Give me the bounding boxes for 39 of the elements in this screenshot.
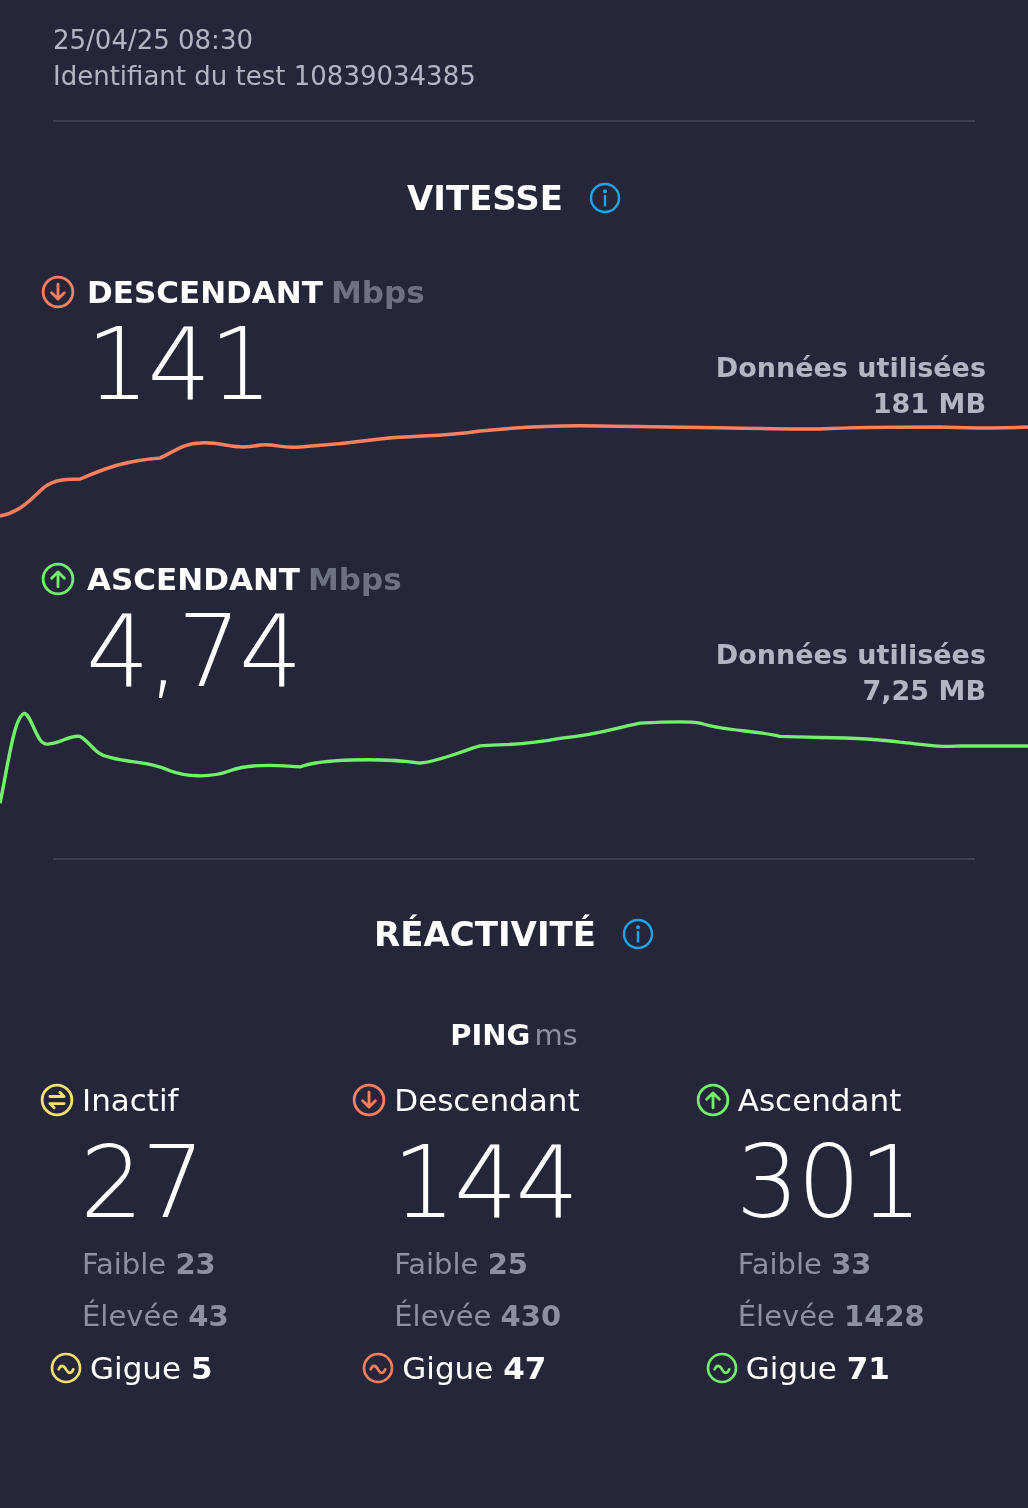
- low-latency: Faible 23: [81, 1246, 217, 1283]
- wave-icon: [705, 1352, 738, 1384]
- ping-value: 301: [734, 1128, 922, 1238]
- arrow-up-icon: [41, 562, 75, 596]
- unit-label: Mbps: [330, 274, 425, 310]
- ping-label: PING: [450, 1018, 531, 1052]
- data-used: Données utilisées 181 MB: [714, 351, 986, 421]
- ping-type-label: Inactif: [82, 1082, 179, 1118]
- ping-type-label: Descendant: [394, 1082, 580, 1118]
- test-date: 25/04/25 08:30: [53, 24, 254, 57]
- jitter-value: Gigue 5: [90, 1350, 213, 1386]
- unit-label: ms: [534, 1018, 578, 1052]
- ping-type-label: Ascendant: [737, 1082, 902, 1118]
- high-latency: Élevée 43: [81, 1298, 230, 1335]
- jitter-value: Gigue 47: [402, 1350, 547, 1386]
- low-latency: Faible 33: [736, 1246, 873, 1283]
- test-id: Identifiant du test 10839034385: [53, 60, 477, 93]
- arrow-down-icon: [352, 1083, 387, 1117]
- ping-value: 144: [391, 1128, 579, 1238]
- speed-value: 141: [86, 310, 271, 420]
- high-latency: Élevée 1428: [736, 1298, 926, 1335]
- data-used: Données utilisées 7,25 MB: [714, 638, 986, 708]
- wave-icon: [50, 1352, 82, 1384]
- exchange-icon: [40, 1083, 74, 1117]
- info-icon[interactable]: [621, 918, 654, 950]
- section-title: VITESSE: [406, 178, 564, 218]
- arrow-up-icon: [695, 1083, 730, 1117]
- ping-value: 27: [79, 1128, 205, 1238]
- info-icon[interactable]: [589, 182, 622, 214]
- low-latency: Faible 25: [393, 1246, 529, 1283]
- section-title: RÉACTIVITÉ: [374, 914, 596, 954]
- speed-label: ASCENDANT: [87, 561, 300, 597]
- jitter-value: Gigue 71: [745, 1350, 890, 1386]
- speed-value: 4,74: [86, 597, 301, 707]
- arrow-down-icon: [41, 275, 75, 309]
- wave-icon: [362, 1352, 395, 1384]
- unit-label: Mbps: [308, 561, 402, 597]
- high-latency: Élevée 430: [393, 1298, 563, 1335]
- speed-label: DESCENDANT: [87, 274, 323, 310]
